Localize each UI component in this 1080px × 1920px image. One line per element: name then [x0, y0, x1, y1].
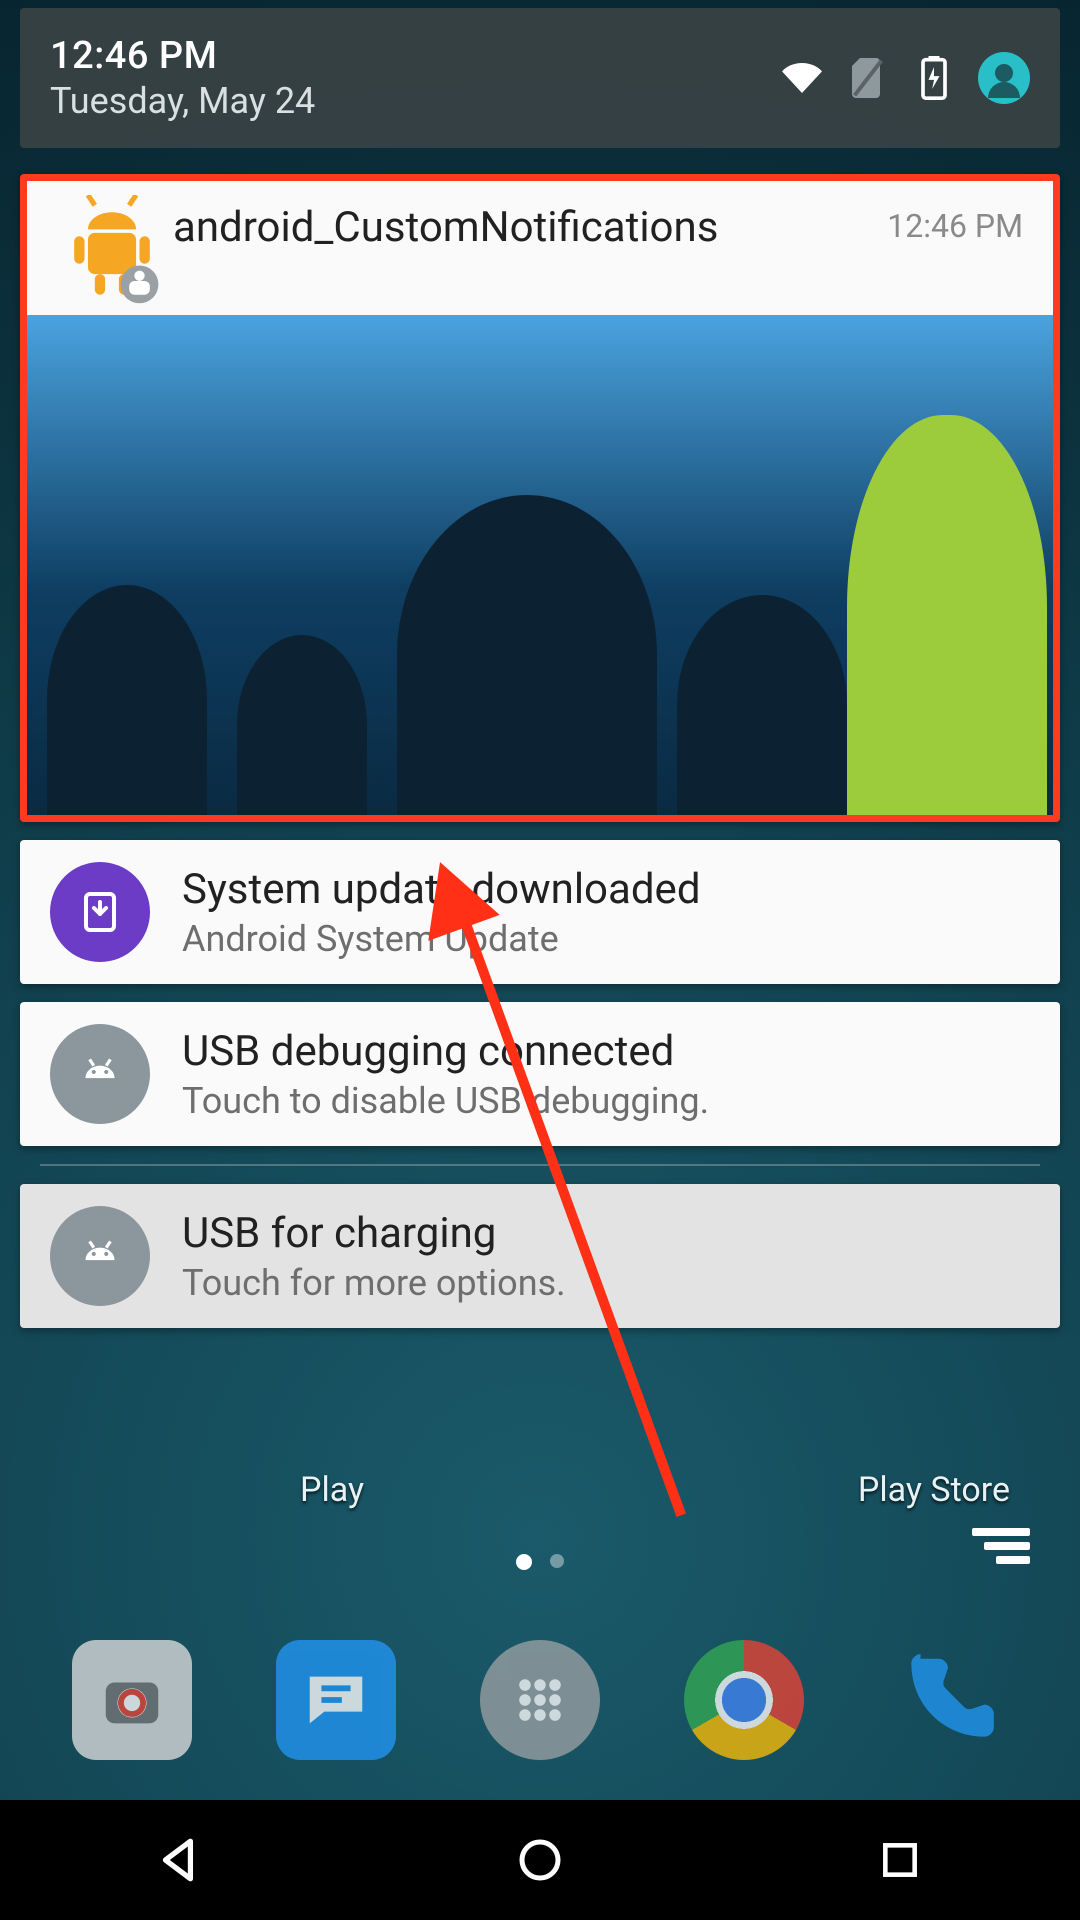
notification-subtitle: Touch to disable USB debugging.: [182, 1080, 1030, 1122]
profile-icon[interactable]: [978, 52, 1030, 104]
notification-usb-charging[interactable]: USB for charging Touch for more options.: [20, 1184, 1060, 1328]
page-dot: [550, 1554, 564, 1568]
dock-chrome-icon[interactable]: [684, 1640, 804, 1760]
android-head-icon: [50, 1206, 150, 1306]
no-sim-icon: [846, 56, 890, 100]
notification-list: android_CustomNotifications 12:46 PM Sys…: [20, 174, 1060, 1328]
dock-phone-icon[interactable]: [888, 1640, 1008, 1760]
notification-subtitle: Android System Update: [182, 918, 1030, 960]
notification-divider: [40, 1164, 1040, 1166]
battery-charging-icon: [912, 56, 956, 100]
notification-custom[interactable]: android_CustomNotifications 12:46 PM: [20, 174, 1060, 822]
nav-back-button[interactable]: [80, 1800, 280, 1920]
android-head-icon: [50, 1024, 150, 1124]
notification-time: 12:46 PM: [887, 195, 1023, 245]
notification-big-picture: [27, 315, 1053, 815]
clear-all-icon[interactable]: [972, 1528, 1030, 1564]
page-indicator: [516, 1554, 564, 1570]
notification-title: System update downloaded: [182, 865, 1030, 914]
app-label-play-store: Play Store: [858, 1470, 1010, 1510]
shade-time: 12:46 PM: [50, 34, 315, 78]
nav-recents-button[interactable]: [800, 1800, 1000, 1920]
nav-home-button[interactable]: [440, 1800, 640, 1920]
shade-clock-block: 12:46 PM Tuesday, May 24: [50, 34, 315, 122]
app-label-play: Play: [300, 1470, 364, 1510]
home-dock: [0, 1620, 1080, 1780]
download-icon: [50, 862, 150, 962]
system-nav-bar: [0, 1800, 1080, 1920]
dock-messenger-icon[interactable]: [276, 1640, 396, 1760]
wifi-icon: [780, 56, 824, 100]
shade-date: Tuesday, May 24: [50, 80, 315, 122]
dock-camera-icon[interactable]: [72, 1640, 192, 1760]
page-dot-active: [516, 1554, 532, 1570]
notification-app-name: android_CustomNotifications: [167, 195, 887, 252]
android-app-icon: [57, 195, 167, 305]
notification-title: USB debugging connected: [182, 1027, 1030, 1076]
notification-header: android_CustomNotifications 12:46 PM: [27, 181, 1053, 315]
dock-app-drawer-icon[interactable]: [480, 1640, 600, 1760]
notification-system-update[interactable]: System update downloaded Android System …: [20, 840, 1060, 984]
status-icons: [780, 52, 1030, 104]
android-mascot-icon: [847, 415, 1047, 815]
notification-title: USB for charging: [182, 1209, 1030, 1258]
shade-header[interactable]: 12:46 PM Tuesday, May 24: [20, 8, 1060, 148]
